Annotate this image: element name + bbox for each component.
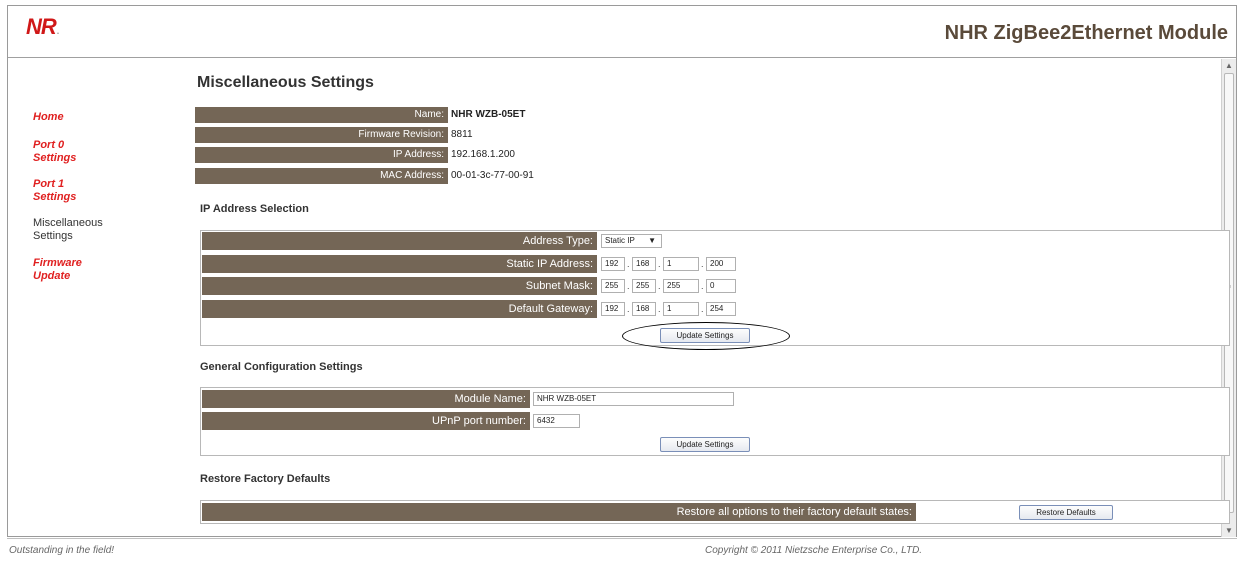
ip-section-title: IP Address Selection [200,203,309,215]
static-ip-octet-4[interactable]: 200 [706,257,736,271]
firmware-revision-label: Firmware Revision: [195,127,448,143]
static-ip-octet-2[interactable]: 168 [632,257,656,271]
general-update-settings-button[interactable]: Update Settings [660,437,750,452]
sidebar: Home Port 0 Settings Port 1 Settings Mis… [8,59,173,537]
upnp-port-label: UPnP port number: [202,412,530,430]
scroll-up-arrow-icon[interactable]: ▲ [1225,61,1233,70]
mac-address-value: 00-01-3c-77-00-91 [451,170,534,181]
subnet-octet-2[interactable]: 255 [632,279,656,293]
gateway-octet-1[interactable]: 192 [601,302,625,316]
gateway-octet-2[interactable]: 168 [632,302,656,316]
app-title: NHR ZigBee2Ethernet Module [944,22,1228,44]
sidebar-item-home[interactable]: Home [33,111,64,124]
chevron-down-icon: ▼ [648,236,656,245]
sidebar-item-port1-settings[interactable]: Port 1 Settings [33,178,76,204]
address-type-label: Address Type: [202,232,597,250]
footer-copyright: Copyright © 2011 Nietzsche Enterprise Co… [705,545,923,556]
ip-address-value: 192.168.1.200 [451,149,515,160]
module-name-label: Module Name: [202,390,530,408]
nhr-logo: NR. [26,14,59,39]
default-gateway-label: Default Gateway: [202,300,597,318]
sidebar-item-port0-settings[interactable]: Port 0 Settings [33,139,76,165]
static-ip-octet-1[interactable]: 192 [601,257,625,271]
upnp-port-input[interactable]: 6432 [533,414,580,428]
restore-defaults-button[interactable]: Restore Defaults [1019,505,1113,520]
sidebar-item-firmware-update[interactable]: Firmware Update [33,257,82,283]
sidebar-item-misc-settings: Miscellaneous Settings [33,217,103,242]
module-name-input[interactable]: NHR WZB-05ET [533,392,734,406]
subnet-octet-1[interactable]: 255 [601,279,625,293]
gateway-octet-3[interactable]: 1 [663,302,699,316]
general-section-title: General Configuration Settings [200,361,363,373]
gateway-octet-4[interactable]: 254 [706,302,736,316]
ip-address-label: IP Address: [195,147,448,163]
subnet-mask-label: Subnet Mask: [202,277,597,295]
ip-update-settings-button[interactable]: Update Settings [660,328,750,343]
name-label: Name: [195,107,448,123]
scroll-down-arrow-icon[interactable]: ▼ [1225,526,1233,535]
mac-address-label: MAC Address: [195,168,448,184]
static-ip-label: Static IP Address: [202,255,597,273]
page-title: Miscellaneous Settings [197,74,374,91]
firmware-revision-value: 8811 [451,129,473,140]
restore-defaults-label: Restore all options to their factory def… [202,503,916,521]
footer-tagline: Outstanding in the field! [9,545,115,556]
header: NR. NHR ZigBee2Ethernet Module [8,6,1236,58]
footer: Outstanding in the field! Copyright © 20… [7,538,1237,562]
restore-section-title: Restore Factory Defaults [200,473,331,485]
name-value: NHR WZB-05ET [451,109,526,120]
subnet-octet-4[interactable]: 0 [706,279,736,293]
static-ip-octet-3[interactable]: 1 [663,257,699,271]
address-type-select[interactable]: Static IP ▼ [601,234,662,248]
subnet-octet-3[interactable]: 255 [663,279,699,293]
